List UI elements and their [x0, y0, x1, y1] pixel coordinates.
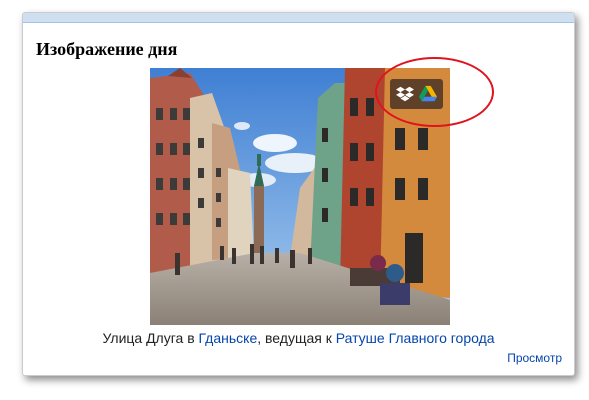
- picture-of-the-day-card: Изображение дня Улица Длуга в Гданьске, …: [22, 12, 575, 376]
- highlight-ring: [375, 57, 494, 127]
- caption-prefix: Улица Длуга в: [102, 330, 199, 346]
- photo-caption: Улица Длуга в Гданьске, ведущая к Ратуше…: [23, 330, 574, 346]
- caption-middle: , ведущая к: [257, 330, 336, 346]
- card-title: Изображение дня: [36, 39, 178, 59]
- town-hall-link[interactable]: Ратуше Главного города: [336, 330, 495, 346]
- card-header-band: [23, 13, 574, 23]
- view-more-link[interactable]: Просмотр: [507, 351, 562, 365]
- gdansk-link[interactable]: Гданьске: [199, 330, 258, 346]
